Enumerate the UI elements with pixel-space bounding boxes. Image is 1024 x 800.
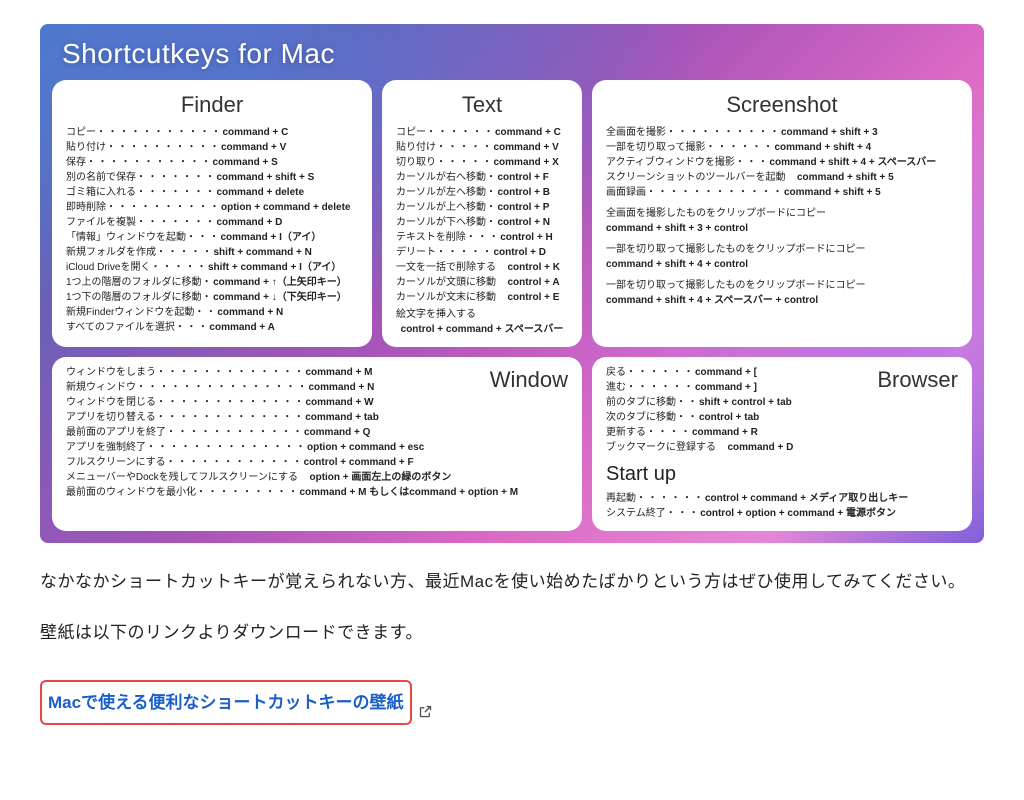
shortcut-row: 全画面を撮影・・・・・・・・・・command + shift + 3 [606, 125, 958, 140]
shortcut-row: アプリを切り替える・・・・・・・・・・・・・command + tab [66, 410, 568, 425]
card-title-screenshot: Screenshot [606, 88, 958, 121]
shortcut-row: 貼り付け・・・・・command + V [396, 140, 568, 155]
shortcut-row: 新規ウィンドウ・・・・・・・・・・・・・・・command + N [66, 380, 490, 395]
shortcut-row: 前のタブに移動・・shift + control + tab [606, 395, 877, 410]
shortcut-row: 保存・・・・・・・・・・・command + S [66, 155, 358, 170]
card-title-text: Text [396, 88, 568, 121]
card-title-finder: Finder [66, 88, 358, 121]
shortcut-row: システム終了・・・control + option + command + 電源… [606, 506, 958, 521]
shortcut-row: カーソルが文末に移動 control + E [396, 290, 568, 305]
shortcut-row: 新規フォルダを作成・・・・・shift + command + N [66, 245, 358, 260]
shortcut-row: 一文を一括で削除する control + K [396, 260, 568, 275]
shortcut-row: カーソルが右へ移動・control + F [396, 170, 568, 185]
shortcut-row: 新規Finderウィンドウを起動・・command + N [66, 305, 358, 320]
download-link[interactable]: Macで使える便利なショートカットキーの壁紙 [40, 680, 412, 725]
shortcut-row: ウィンドウをしまう・・・・・・・・・・・・・command + M [66, 365, 490, 380]
shortcut-row: 更新する・・・・command + R [606, 425, 958, 440]
shortcut-row: 切り取り・・・・・command + X [396, 155, 568, 170]
shortcut-row: iCloud Driveを開く・・・・・shift + command + I（… [66, 260, 358, 275]
external-link-icon [418, 695, 433, 710]
shortcut-row: ブックマークに登録する command + D [606, 440, 958, 455]
shortcut-wallpaper: Shortcutkeys for Mac Finder コピー・・・・・・・・・… [40, 24, 984, 543]
card-text: Text コピー・・・・・・command + C貼り付け・・・・・comman… [382, 80, 582, 347]
shortcut-row: ファイルを複製・・・・・・・command + D [66, 215, 358, 230]
shortcut-row: 進む・・・・・・command + ] [606, 380, 877, 395]
card-title-startup: Start up [606, 459, 958, 489]
screenshot-note: 一部を切り取って撮影したものをクリップボードにコピーcommand + shif… [606, 278, 958, 308]
shortcut-row: 1つ上の階層のフォルダに移動・command + ↑（上矢印キー） [66, 275, 358, 290]
shortcut-row: 戻る・・・・・・command + [ [606, 365, 877, 380]
shortcut-row: デリート・・・・・control + D [396, 245, 568, 260]
shortcut-row: テキストを削除・・・control + H [396, 230, 568, 245]
shortcut-row: すべてのファイルを選択・・・command + A [66, 320, 358, 335]
article-p2: 壁紙は以下のリンクよりダウンロードできます。 [40, 614, 984, 651]
shortcut-row: 1つ下の階層のフォルダに移動・command + ↓（下矢印キー） [66, 290, 358, 305]
card-title-browser: Browser [877, 363, 958, 396]
shortcut-row: 最前面のウィンドウを最小化・・・・・・・・・command + M もしくはco… [66, 485, 568, 500]
wallpaper-title: Shortcutkeys for Mac [62, 38, 972, 70]
shortcut-row: コピー・・・・・・・・・・・command + C [66, 125, 358, 140]
shortcut-row: ウィンドウを閉じる・・・・・・・・・・・・・command + W [66, 395, 490, 410]
shortcut-row: 一部を切り取って撮影・・・・・・command + shift + 4 [606, 140, 958, 155]
shortcut-row: カーソルが上へ移動・control + P [396, 200, 568, 215]
shortcut-row: カーソルが左へ移動・control + B [396, 185, 568, 200]
shortcut-row: ゴミ箱に入れる・・・・・・・command + delete [66, 185, 358, 200]
card-title-window: Window [490, 363, 568, 396]
shortcut-row: 別の名前で保存・・・・・・・command + shift + S [66, 170, 358, 185]
shortcut-row: コピー・・・・・・command + C [396, 125, 568, 140]
text-extra-label: 絵文字を挿入する [396, 307, 568, 322]
shortcut-row: メニューバーやDockを残してフルスクリーンにする option + 画面左上の… [66, 470, 568, 485]
card-finder: Finder コピー・・・・・・・・・・・command + C貼り付け・・・・… [52, 80, 372, 347]
shortcut-row: 最前面のアプリを終了・・・・・・・・・・・・command + Q [66, 425, 568, 440]
shortcut-row: カーソルが下へ移動・control + N [396, 215, 568, 230]
shortcut-row: 再起動・・・・・・control + command + メディア取り出しキー [606, 491, 958, 506]
shortcut-row: 「情報」ウィンドウを起動・・・command + I（アイ） [66, 230, 358, 245]
screenshot-note: 一部を切り取って撮影したものをクリップボードにコピーcommand + shif… [606, 242, 958, 272]
text-extra-val: control + command + スペースバー [396, 322, 568, 337]
card-window: Window ウィンドウをしまう・・・・・・・・・・・・・command + M… [52, 357, 582, 531]
shortcut-row: 貼り付け・・・・・・・・・・command + V [66, 140, 358, 155]
article-p1: なかなかショートカットキーが覚えられない方、最近Macを使い始めたばかりという方… [40, 563, 984, 600]
card-screenshot: Screenshot 全画面を撮影・・・・・・・・・・command + shi… [592, 80, 972, 347]
shortcut-row: フルスクリーンにする・・・・・・・・・・・・control + command … [66, 455, 568, 470]
shortcut-row: 画面録画・・・・・・・・・・・・command + shift + 5 [606, 185, 958, 200]
shortcut-row: 次のタブに移動・・control + tab [606, 410, 958, 425]
shortcut-row: 即時削除・・・・・・・・・・option + command + delete [66, 200, 358, 215]
shortcut-row: カーソルが文頭に移動 control + A [396, 275, 568, 290]
article-body: なかなかショートカットキーが覚えられない方、最近Macを使い始めたばかりという方… [40, 563, 984, 745]
shortcut-row: アプリを強制終了・・・・・・・・・・・・・・option + command +… [66, 440, 568, 455]
shortcut-row: アクティブウィンドウを撮影・・・command + shift + 4 + スペ… [606, 155, 958, 170]
card-browser-startup: Browser 戻る・・・・・・command + [進む・・・・・・comma… [592, 357, 972, 531]
screenshot-note: 全画面を撮影したものをクリップボードにコピーcommand + shift + … [606, 206, 958, 236]
shortcut-row: スクリーンショットのツールバーを起動 command + shift + 5 [606, 170, 958, 185]
